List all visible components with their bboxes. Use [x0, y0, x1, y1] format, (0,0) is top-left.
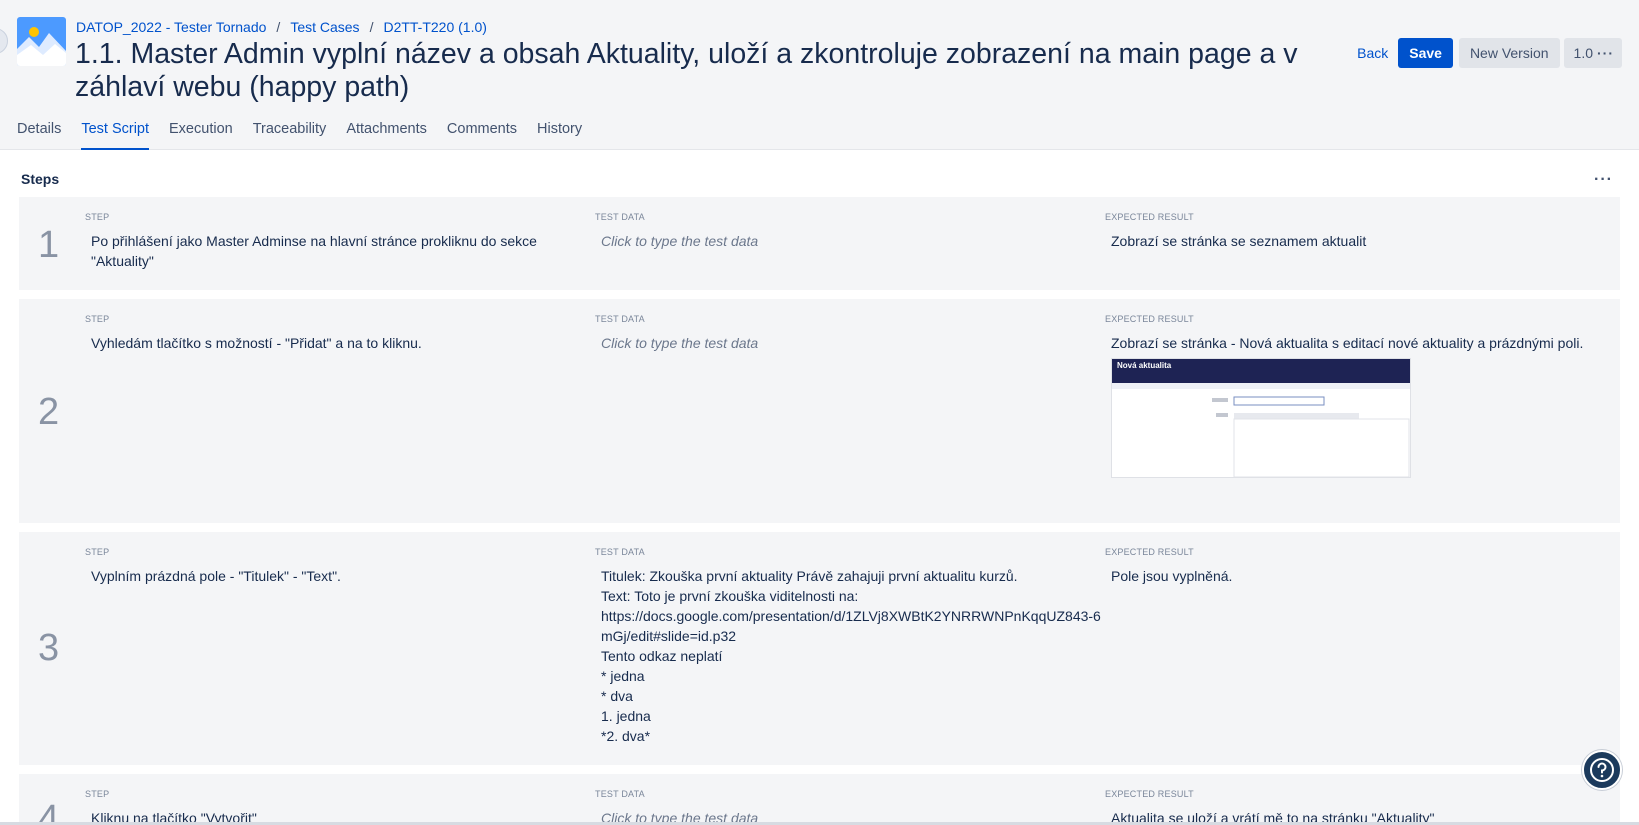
step-number: 1	[38, 224, 60, 266]
tab-details[interactable]: Details	[17, 118, 61, 150]
step-row[interactable]: 1 STEP Po přihlášení jako Master Adminse…	[19, 197, 1620, 290]
tab-execution[interactable]: Execution	[169, 118, 233, 150]
page-header: DATOP_2022 - Tester Tornado / Test Cases…	[0, 0, 1639, 150]
expected-result: Aktualita se uloží a vrátí mě to na strá…	[1111, 810, 1435, 822]
sidebar-toggle[interactable]	[0, 28, 8, 54]
step-description: Vyhledám tlačítko s možností - "Přidat" …	[91, 335, 422, 351]
test-data-placeholder: Click to type the test data	[601, 233, 759, 249]
step-column-label: STEP	[85, 789, 110, 799]
step-column-label: STEP	[85, 212, 110, 222]
step-row[interactable]: 3 STEP Vyplním prázdná pole - "Titulek" …	[19, 532, 1620, 765]
test-data-column-label: TEST DATA	[595, 314, 645, 324]
step-row[interactable]: 4 STEP Kliknu na tlačítko "Vytvořit" TES…	[19, 774, 1620, 822]
expected-result: Pole jsou vyplněná.	[1111, 568, 1233, 584]
breadcrumb-test-cases-link[interactable]: Test Cases	[290, 19, 359, 35]
test-data-text: Titulek: Zkouška první aktuality Právě z…	[601, 568, 1101, 744]
more-icon: ···	[1597, 45, 1614, 61]
test-data-column-label: TEST DATA	[595, 789, 645, 799]
tab-history[interactable]: History	[537, 118, 582, 150]
steps-more-icon[interactable]: ···	[1594, 171, 1613, 189]
tab-test-script[interactable]: Test Script	[81, 118, 150, 150]
step-description: Po přihlášení jako Master Adminse na hla…	[91, 233, 537, 269]
breadcrumb-project-link[interactable]: DATOP_2022 - Tester Tornado	[76, 19, 266, 35]
help-icon	[1590, 758, 1614, 782]
expected-column-label: EXPECTED RESULT	[1105, 212, 1194, 222]
tab-comments[interactable]: Comments	[447, 118, 517, 150]
breadcrumb-separator: /	[369, 19, 374, 35]
step-number: 3	[38, 627, 60, 669]
step-number: 2	[38, 391, 60, 433]
project-avatar-icon	[17, 17, 66, 66]
test-data-column-label: TEST DATA	[595, 212, 645, 222]
test-data-column-label: TEST DATA	[595, 547, 645, 557]
version-menu-button[interactable]: 1.0 ···	[1563, 38, 1622, 68]
breadcrumb-testcase-link[interactable]: D2TT-T220 (1.0)	[383, 19, 486, 35]
tab-bar: Details Test Script Execution Traceabili…	[17, 118, 602, 150]
step-number: 4	[38, 798, 60, 822]
step-row[interactable]: 2 STEP Vyhledám tlačítko s možností - "P…	[19, 299, 1620, 523]
tab-traceability[interactable]: Traceability	[253, 118, 327, 150]
screenshot-title: Nová aktualita	[1112, 359, 1410, 383]
expected-column-label: EXPECTED RESULT	[1105, 789, 1194, 799]
step-description: Vyplním prázdná pole - "Titulek" - "Text…	[91, 568, 341, 584]
expected-result-screenshot[interactable]: Nová aktualita	[1111, 358, 1411, 478]
header-actions: Back Save New Version 1.0 ···	[1353, 38, 1622, 68]
breadcrumb-separator: /	[276, 19, 281, 35]
expected-result: Zobrazí se stránka se seznamem aktualit	[1111, 233, 1367, 249]
breadcrumb: DATOP_2022 - Tester Tornado / Test Cases…	[76, 19, 487, 35]
test-data-placeholder: Click to type the test data	[601, 810, 759, 822]
page-title: 1.1. Master Admin vyplní název a obsah A…	[75, 38, 1298, 103]
screenshot-form-image	[1212, 396, 1410, 477]
test-data-placeholder: Click to type the test data	[601, 335, 759, 351]
steps-heading: Steps	[21, 171, 60, 187]
expected-column-label: EXPECTED RESULT	[1105, 314, 1194, 324]
step-description: Kliknu na tlačítko "Vytvořit"	[91, 810, 257, 822]
expected-result: Zobrazí se stránka - Nová aktualita s ed…	[1111, 335, 1584, 351]
new-version-button[interactable]: New Version	[1458, 38, 1560, 68]
step-column-label: STEP	[85, 547, 110, 557]
step-column-label: STEP	[85, 314, 110, 324]
save-button[interactable]: Save	[1398, 38, 1453, 68]
back-button[interactable]: Back	[1353, 38, 1392, 68]
help-button[interactable]	[1582, 750, 1622, 790]
expected-column-label: EXPECTED RESULT	[1105, 547, 1194, 557]
tab-attachments[interactable]: Attachments	[346, 118, 427, 150]
version-label: 1.0	[1573, 45, 1593, 61]
